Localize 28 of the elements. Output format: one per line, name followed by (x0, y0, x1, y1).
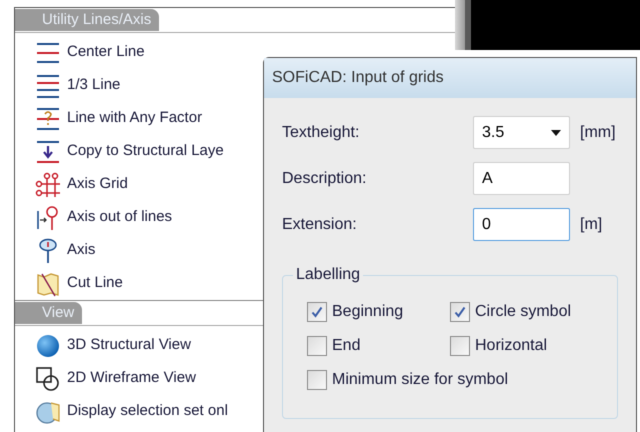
field-label: Textheight: (282, 122, 360, 142)
map-cut-icon (35, 270, 61, 296)
checkbox[interactable]: Circle symbol (450, 300, 617, 324)
square-circle-icon (35, 366, 61, 392)
group-title: Labelling (293, 265, 364, 285)
input-field[interactable]: 0 (473, 208, 570, 241)
tool-item[interactable]: Center Line (15, 36, 455, 69)
checkbox[interactable]: Beginning (307, 300, 450, 324)
sphere-icon (35, 332, 61, 358)
field-label: Extension: (282, 214, 358, 234)
arrow-down-icon (35, 138, 61, 164)
field-label: Description: (282, 168, 368, 188)
check-icon (310, 305, 324, 319)
lines-question-icon (35, 106, 61, 132)
caret-icon (551, 130, 561, 136)
checkbox[interactable]: End (307, 334, 450, 358)
tool-item[interactable]: Axis (15, 234, 455, 267)
tool-item[interactable]: Display selection set onl (15, 395, 455, 428)
unit-label: [m] (580, 214, 602, 234)
unit-label: [mm] (580, 122, 616, 142)
input-field[interactable]: A (473, 162, 570, 195)
grid-icon (35, 172, 61, 198)
checkbox[interactable]: Minimum size for symbol (307, 368, 617, 392)
lines-icon (35, 72, 61, 98)
check-icon (453, 305, 467, 319)
window-title: SOFiCAD: Input of grids (272, 68, 444, 88)
dropdown[interactable]: 3.5 (473, 116, 570, 149)
checkbox[interactable]: Horizontal (450, 334, 617, 358)
